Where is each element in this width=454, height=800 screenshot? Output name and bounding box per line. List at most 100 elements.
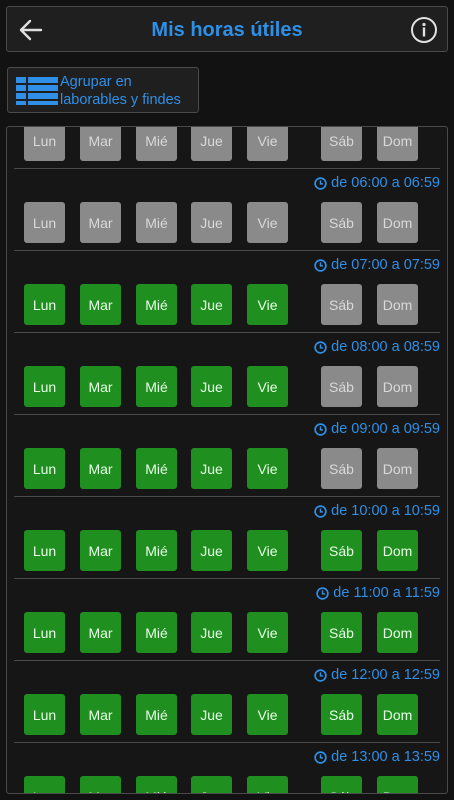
clock-icon	[314, 504, 327, 518]
day-toggle-sáb[interactable]: Sáb	[321, 284, 362, 325]
day-toggle-mar[interactable]: Mar	[80, 530, 121, 571]
day-toggle-mié[interactable]: Mié	[136, 612, 177, 653]
day-toggle-mar[interactable]: Mar	[80, 284, 121, 325]
day-toggle-vie[interactable]: Vie	[247, 530, 288, 571]
hour-row: de 12:00 a 12:59 Lun Mar Mié Jue Vie Sáb Dom	[14, 661, 440, 743]
day-toggle-mié[interactable]: Mié	[136, 776, 177, 793]
day-toggle-mié[interactable]: Mié	[136, 127, 177, 161]
day-toggle-sáb[interactable]: Sáb	[321, 127, 362, 161]
day-toggle-dom[interactable]: Dom	[377, 612, 418, 653]
day-toggle-lun[interactable]: Lun	[24, 530, 65, 571]
day-toggle-mar[interactable]: Mar	[80, 776, 121, 793]
hours-rows: Lun Mar Mié Jue Vie Sáb Dom de 06:00 a 06:59 Lun…	[7, 127, 447, 793]
hour-range-text: de 08:00 a 08:59	[331, 339, 440, 355]
hour-row: de 11:00 a 11:59 Lun Mar Mié Jue Vie Sáb Dom	[14, 579, 440, 661]
day-toggle-mar[interactable]: Mar	[80, 127, 121, 161]
day-toggle-dom[interactable]: Dom	[377, 448, 418, 489]
day-toggle-jue[interactable]: Jue	[191, 776, 232, 793]
day-toggle-mar[interactable]: Mar	[80, 448, 121, 489]
clock-icon	[314, 750, 327, 764]
day-toggle-mar[interactable]: Mar	[80, 694, 121, 735]
clock-icon	[314, 176, 327, 190]
day-toggle-sáb[interactable]: Sáb	[321, 202, 362, 243]
day-toggle-sáb[interactable]: Sáb	[321, 776, 362, 793]
hour-row: de 06:00 a 06:59 Lun Mar Mié Jue Vie Sáb Dom	[14, 169, 440, 251]
hour-range-label: de 08:00 a 08:59	[314, 339, 440, 355]
day-toggle-lun[interactable]: Lun	[24, 127, 65, 161]
day-toggle-jue[interactable]: Jue	[191, 448, 232, 489]
group-label-line1: Agrupar en	[60, 74, 132, 90]
info-icon[interactable]	[410, 16, 438, 44]
clock-icon	[314, 258, 327, 272]
day-toggle-dom[interactable]: Dom	[377, 694, 418, 735]
day-toggle-vie[interactable]: Vie	[247, 366, 288, 407]
hour-range-label: de 11:00 a 11:59	[316, 585, 440, 601]
hour-range-text: de 10:00 a 10:59	[331, 503, 440, 519]
day-toggle-mar[interactable]: Mar	[80, 202, 121, 243]
day-toggle-mié[interactable]: Mié	[136, 284, 177, 325]
day-toggle-jue[interactable]: Jue	[191, 127, 232, 161]
day-toggle-sáb[interactable]: Sáb	[321, 448, 362, 489]
hour-range-text: de 11:00 a 11:59	[333, 585, 440, 601]
hour-range-text: de 12:00 a 12:59	[331, 667, 440, 683]
day-toggle-jue[interactable]: Jue	[191, 202, 232, 243]
hour-row: de 08:00 a 08:59 Lun Mar Mié Jue Vie Sáb Dom	[14, 333, 440, 415]
clock-icon	[314, 422, 327, 436]
day-toggle-mié[interactable]: Mié	[136, 694, 177, 735]
hour-range-label: de 06:00 a 06:59	[314, 175, 440, 191]
day-toggle-lun[interactable]: Lun	[24, 202, 65, 243]
day-toggle-sáb[interactable]: Sáb	[321, 612, 362, 653]
day-toggle-lun[interactable]: Lun	[24, 366, 65, 407]
day-toggle-dom[interactable]: Dom	[377, 530, 418, 571]
day-toggle-dom[interactable]: Dom	[377, 127, 418, 161]
day-toggle-lun[interactable]: Lun	[24, 776, 65, 793]
grid-icon	[16, 77, 58, 105]
hour-range-text: de 09:00 a 09:59	[331, 421, 440, 437]
day-toggle-sáb[interactable]: Sáb	[321, 366, 362, 407]
group-label-line2: laborables y findes	[60, 92, 181, 108]
hour-range-label: de 10:00 a 10:59	[314, 503, 440, 519]
hour-range-label: de 13:00 a 13:59	[314, 749, 440, 765]
clock-icon	[314, 340, 327, 354]
day-toggle-jue[interactable]: Jue	[191, 612, 232, 653]
day-toggle-vie[interactable]: Vie	[247, 202, 288, 243]
day-toggle-dom[interactable]: Dom	[377, 202, 418, 243]
day-toggle-jue[interactable]: Jue	[191, 284, 232, 325]
day-toggle-vie[interactable]: Vie	[247, 776, 288, 793]
day-toggle-vie[interactable]: Vie	[247, 448, 288, 489]
day-toggle-vie[interactable]: Vie	[247, 127, 288, 161]
day-toggle-lun[interactable]: Lun	[24, 284, 65, 325]
day-toggle-vie[interactable]: Vie	[247, 284, 288, 325]
day-toggle-vie[interactable]: Vie	[247, 612, 288, 653]
day-toggle-mar[interactable]: Mar	[80, 612, 121, 653]
hour-range-label: de 12:00 a 12:59	[314, 667, 440, 683]
group-button-label: Agrupar en laborables y findes	[60, 73, 200, 109]
hour-row: de 09:00 a 09:59 Lun Mar Mié Jue Vie Sáb Dom	[14, 415, 440, 497]
group-weekdays-weekends-button[interactable]: Agrupar en laborables y findes	[7, 67, 199, 113]
hours-list[interactable]: Lun Mar Mié Jue Vie Sáb Dom de 06:00 a 06:59 Lun…	[6, 126, 448, 794]
day-toggle-mié[interactable]: Mié	[136, 530, 177, 571]
hour-range-label: de 07:00 a 07:59	[314, 257, 440, 273]
day-toggle-jue[interactable]: Jue	[191, 694, 232, 735]
day-toggle-sáb[interactable]: Sáb	[321, 694, 362, 735]
day-toggle-mar[interactable]: Mar	[80, 366, 121, 407]
hour-range-text: de 13:00 a 13:59	[331, 749, 440, 765]
hour-range-label: de 09:00 a 09:59	[314, 421, 440, 437]
day-toggle-vie[interactable]: Vie	[247, 694, 288, 735]
day-toggle-dom[interactable]: Dom	[377, 776, 418, 793]
day-toggle-lun[interactable]: Lun	[24, 694, 65, 735]
day-toggle-sáb[interactable]: Sáb	[321, 530, 362, 571]
day-toggle-dom[interactable]: Dom	[377, 366, 418, 407]
day-toggle-jue[interactable]: Jue	[191, 530, 232, 571]
app-bar: Mis horas útiles	[6, 6, 448, 52]
day-toggle-jue[interactable]: Jue	[191, 366, 232, 407]
day-toggle-mié[interactable]: Mié	[136, 448, 177, 489]
day-toggle-lun[interactable]: Lun	[24, 448, 65, 489]
day-toggle-mié[interactable]: Mié	[136, 366, 177, 407]
clock-icon	[316, 586, 330, 600]
day-toggle-mié[interactable]: Mié	[136, 202, 177, 243]
day-toggle-lun[interactable]: Lun	[24, 612, 65, 653]
hour-row: de 13:00 a 13:59 Lun Mar Mié Jue Vie Sáb Dom	[14, 743, 440, 793]
day-toggle-dom[interactable]: Dom	[377, 284, 418, 325]
clock-icon	[314, 668, 327, 682]
